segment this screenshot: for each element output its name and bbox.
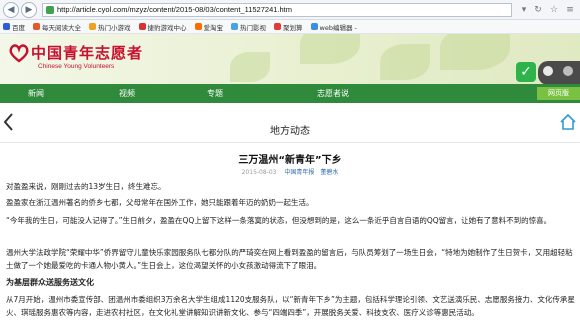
article-source[interactable]: 中国青年报	[284, 169, 314, 176]
menu-icon[interactable]: ≡	[564, 4, 576, 16]
nav-item-news[interactable]: 新闻	[28, 88, 44, 99]
bookmark-item[interactable]: 热门小游戏	[89, 22, 131, 32]
bookmark-item[interactable]: 百度	[3, 22, 25, 32]
decor-leaf	[380, 44, 430, 80]
nav-item-topics[interactable]: 专题	[207, 88, 223, 99]
main-nav: 新闻 视频 专题 志愿者说 网页版	[0, 84, 580, 103]
juhuasuan-icon	[274, 23, 281, 30]
toggle-switch[interactable]	[538, 61, 580, 84]
check-icon[interactable]: ✓	[516, 62, 536, 82]
nav-item-video[interactable]: 视频	[119, 88, 135, 99]
back-icon[interactable]: ◀	[3, 2, 19, 18]
article-paragraph: 从7月开始，温州市委宣传部、团温州市委组织3万余名大学生组成1120支服务队，以…	[6, 295, 575, 317]
article-author[interactable]: 董碧水	[320, 169, 338, 176]
site-icon	[46, 6, 54, 14]
bookmark-item[interactable]: 每天阅读大全	[33, 22, 81, 32]
video-icon	[231, 23, 238, 30]
bookmark-item[interactable]: 爱淘宝	[194, 22, 223, 32]
article-paragraph: “今年我的生日，可能没人记得了。”生日前夕，盈盈在QQ上留下这样一条落寞的状态，…	[6, 216, 552, 225]
heart-logo-icon	[9, 44, 29, 63]
bookmark-item[interactable]: 聚划算	[274, 22, 303, 32]
bookmark-item[interactable]: web编辑器 -	[310, 22, 357, 32]
logo-chinese[interactable]: 中国青年志愿者	[31, 42, 143, 63]
url-input[interactable]: http://article.cyol.com/mzyz/content/201…	[42, 3, 512, 17]
game-center-icon	[138, 23, 146, 30]
nav-item-volunteer-say[interactable]: 志愿者说	[317, 88, 349, 99]
game-icon	[89, 23, 96, 30]
decor-leaf	[440, 34, 510, 70]
decor-leaf	[230, 52, 270, 82]
bookmarks-bar: 百度 每天阅读大全 热门小游戏 捷豹游戏中心 爱淘宝 热门影视 聚划算 web编…	[0, 20, 580, 34]
refresh-icon[interactable]: ↻	[532, 4, 544, 16]
section-title: 地方动态	[270, 126, 310, 137]
bookmark-item[interactable]: 捷豹游戏中心	[138, 22, 187, 32]
site-header: 中国青年志愿者 Chinese Young Volunteers ✓	[0, 34, 580, 84]
section-bar: 地方动态	[0, 103, 580, 143]
web-version-button[interactable]: 网页版	[537, 87, 580, 100]
paw-icon	[3, 23, 10, 30]
logo-english: Chinese Young Volunteers	[38, 63, 115, 70]
toggle-dot	[563, 66, 573, 76]
article-date: 2015-08-03	[241, 169, 277, 176]
article-paragraph: 温州大学法政学院“荣耀中华”侨界留守儿童快乐家园服务队七都分队的严琦奕在网上看到…	[6, 248, 573, 270]
decor-leaf	[300, 34, 360, 64]
forward-icon[interactable]: ▶	[21, 2, 37, 18]
article-paragraph: 对盈盈来说，刚刚过去的13岁生日，终生难忘。	[6, 182, 166, 191]
bookmark-item[interactable]: 热门影视	[231, 22, 266, 32]
bookmark-icon	[33, 23, 40, 30]
editor-icon	[310, 23, 318, 30]
taobao-icon	[194, 23, 202, 30]
dropdown-icon[interactable]: ▾	[518, 4, 530, 16]
url-text: http://article.cyol.com/mzyz/content/201…	[57, 5, 292, 14]
article-meta: 2015-08-03 中国青年报 董碧水	[0, 167, 580, 176]
toggle-dot	[543, 66, 553, 76]
article-subheading: 为基层群众送服务送文化	[6, 278, 94, 287]
home-icon[interactable]	[559, 113, 577, 131]
browser-address-bar: ◀ ▶ http://article.cyol.com/mzyz/content…	[0, 0, 580, 20]
star-icon[interactable]: ☆	[548, 4, 560, 16]
article-title: 三万温州“新青年”下乡	[238, 155, 342, 166]
article-paragraph: 盈盈家在浙江温州著名的侨乡七都，父母常年在国外工作，她只能跟着年迈的奶奶一起生活…	[6, 198, 314, 207]
